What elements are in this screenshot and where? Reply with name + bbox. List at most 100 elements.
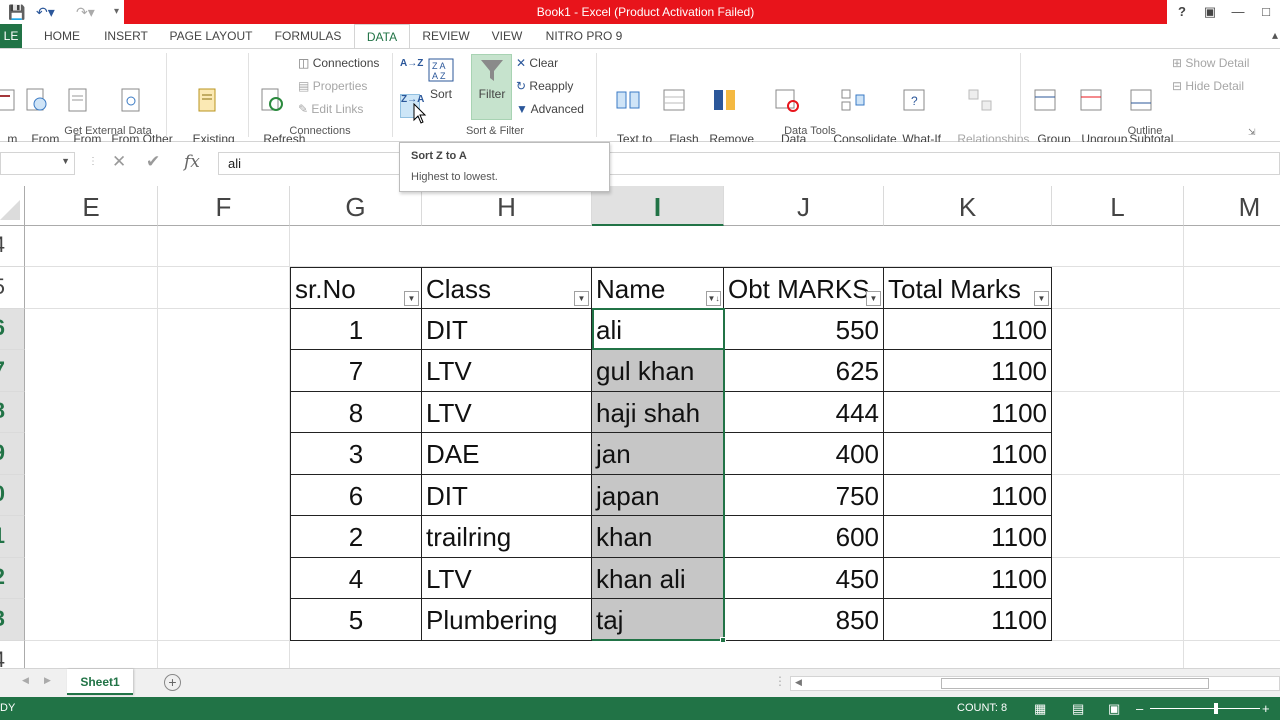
cell-class[interactable]: DIT: [422, 309, 592, 350]
zoom-out-icon[interactable]: –: [1136, 697, 1143, 720]
cell-total-marks[interactable]: 1100: [884, 392, 1052, 433]
column-header-l[interactable]: L: [1052, 186, 1184, 226]
table-header-cell[interactable]: Class ▼: [422, 267, 592, 309]
cell-name[interactable]: jan: [592, 433, 724, 475]
insert-function-icon[interactable]: fx: [184, 152, 200, 172]
page-layout-view-icon[interactable]: ▤: [1072, 697, 1084, 720]
outline-dialog-launcher-icon[interactable]: ⇲: [1248, 127, 1256, 138]
cell-class[interactable]: trailring: [422, 516, 592, 558]
cell-total-marks[interactable]: 1100: [884, 433, 1052, 475]
cell-total-marks[interactable]: 1100: [884, 475, 1052, 516]
cell-obt-marks[interactable]: 444: [724, 392, 884, 433]
undo-icon[interactable]: ↶▾: [36, 3, 55, 21]
collapse-ribbon-icon[interactable]: ▴: [1272, 28, 1278, 42]
sorted-filter-dropdown-icon[interactable]: ▼↓: [706, 291, 721, 306]
row-header[interactable]: 12: [0, 558, 25, 599]
tab-file[interactable]: LE: [0, 24, 22, 49]
horizontal-scrollbar[interactable]: ◀: [790, 676, 1280, 691]
cell-obt-marks[interactable]: 450: [724, 558, 884, 599]
cell-name[interactable]: taj: [592, 599, 724, 641]
restore-button[interactable]: □: [1256, 2, 1276, 22]
hide-detail-button[interactable]: ⊟ Hide Detail: [1172, 79, 1262, 94]
table-header-cell[interactable]: Total Marks ▼: [884, 267, 1052, 309]
cell-obt-marks[interactable]: 625: [724, 350, 884, 392]
column-header-g[interactable]: G: [290, 186, 422, 226]
cell-obt-marks[interactable]: 400: [724, 433, 884, 475]
sheet-tab-sheet1[interactable]: Sheet1: [67, 669, 133, 695]
sheet-scroll-left-icon[interactable]: ◀: [22, 675, 29, 686]
cell-obt-marks[interactable]: 850: [724, 599, 884, 641]
tab-nitro[interactable]: NITRO PRO 9: [540, 24, 628, 49]
table-header-cell[interactable]: Name ▼↓: [592, 267, 724, 309]
cell-sr-no[interactable]: 4: [290, 558, 422, 599]
advanced-button[interactable]: ▼ Advanced: [516, 102, 592, 117]
cell-sr-no[interactable]: 5: [290, 599, 422, 641]
sheet-scroll-right-icon[interactable]: ▶: [44, 675, 51, 686]
cell-obt-marks[interactable]: 550: [724, 309, 884, 350]
add-sheet-icon[interactable]: +: [164, 674, 181, 691]
name-box-dropdown-icon[interactable]: ▼: [61, 156, 70, 166]
page-break-view-icon[interactable]: ▣: [1108, 697, 1120, 720]
column-header-j[interactable]: J: [724, 186, 884, 226]
row-header[interactable]: 4: [0, 226, 25, 267]
table-header-cell[interactable]: Obt MARKS ▼: [724, 267, 884, 309]
properties-button[interactable]: ▤ Properties: [298, 79, 388, 94]
filter-dropdown-icon[interactable]: ▼: [1034, 291, 1049, 306]
cell-sr-no[interactable]: 3: [290, 433, 422, 475]
cell-class[interactable]: Plumbering: [422, 599, 592, 641]
cell-total-marks[interactable]: 1100: [884, 516, 1052, 558]
row-header[interactable]: 6: [0, 309, 25, 350]
reapply-button[interactable]: ↻ Reapply: [516, 79, 592, 94]
customize-qat-icon[interactable]: ▾: [114, 3, 119, 21]
cell-total-marks[interactable]: 1100: [884, 558, 1052, 599]
filter-dropdown-icon[interactable]: ▼: [404, 291, 419, 306]
sort-a-to-z-button[interactable]: A→Z: [400, 59, 423, 69]
cell-name[interactable]: ali: [592, 309, 724, 350]
column-header-f[interactable]: F: [158, 186, 290, 226]
tab-review[interactable]: REVIEW: [416, 24, 476, 49]
save-icon[interactable]: 💾: [8, 3, 25, 21]
tab-home[interactable]: HOME: [36, 24, 88, 49]
row-header[interactable]: 13: [0, 599, 25, 641]
cell-obt-marks[interactable]: 750: [724, 475, 884, 516]
row-header[interactable]: 5: [0, 267, 25, 309]
clear-button[interactable]: ✕ Clear: [516, 56, 592, 71]
zoom-slider-thumb[interactable]: [1214, 703, 1218, 714]
row-header[interactable]: 8: [0, 392, 25, 433]
cell-sr-no[interactable]: 7: [290, 350, 422, 392]
normal-view-icon[interactable]: ▦: [1034, 697, 1046, 720]
filter-dropdown-icon[interactable]: ▼: [574, 291, 589, 306]
column-header-k[interactable]: K: [884, 186, 1052, 226]
column-header-i[interactable]: I: [592, 186, 724, 226]
tab-data[interactable]: DATA: [354, 24, 410, 49]
row-header[interactable]: 14: [0, 641, 25, 668]
cell-sr-no[interactable]: 2: [290, 516, 422, 558]
minimize-button[interactable]: —: [1228, 2, 1248, 22]
select-all-corner[interactable]: [0, 186, 25, 226]
horizontal-scroll-thumb[interactable]: [941, 678, 1209, 689]
cell-name[interactable]: khan ali: [592, 558, 724, 599]
zoom-in-icon[interactable]: +: [1262, 697, 1270, 720]
cell-obt-marks[interactable]: 600: [724, 516, 884, 558]
row-header[interactable]: 9: [0, 433, 25, 475]
formula-input[interactable]: ali: [218, 152, 1280, 175]
cell-sr-no[interactable]: 8: [290, 392, 422, 433]
ribbon-display-icon[interactable]: ▣: [1200, 2, 1220, 22]
cell-total-marks[interactable]: 1100: [884, 309, 1052, 350]
row-header[interactable]: 7: [0, 350, 25, 392]
cell-class[interactable]: LTV: [422, 350, 592, 392]
scroll-left-arrow-icon[interactable]: ◀: [795, 677, 802, 688]
column-header-h[interactable]: H: [422, 186, 592, 226]
tab-view[interactable]: VIEW: [484, 24, 530, 49]
row-header[interactable]: 10: [0, 475, 25, 516]
tab-insert[interactable]: INSERT: [98, 24, 154, 49]
tab-page-layout[interactable]: PAGE LAYOUT: [164, 24, 258, 49]
cell-name[interactable]: gul khan: [592, 350, 724, 392]
edit-links-button[interactable]: ✎ Edit Links: [298, 102, 388, 117]
fill-handle[interactable]: [720, 637, 726, 643]
column-header-m[interactable]: M: [1184, 186, 1280, 226]
cell-class[interactable]: LTV: [422, 392, 592, 433]
cell-sr-no[interactable]: 6: [290, 475, 422, 516]
help-button[interactable]: ?: [1172, 2, 1192, 22]
cell-class[interactable]: DIT: [422, 475, 592, 516]
